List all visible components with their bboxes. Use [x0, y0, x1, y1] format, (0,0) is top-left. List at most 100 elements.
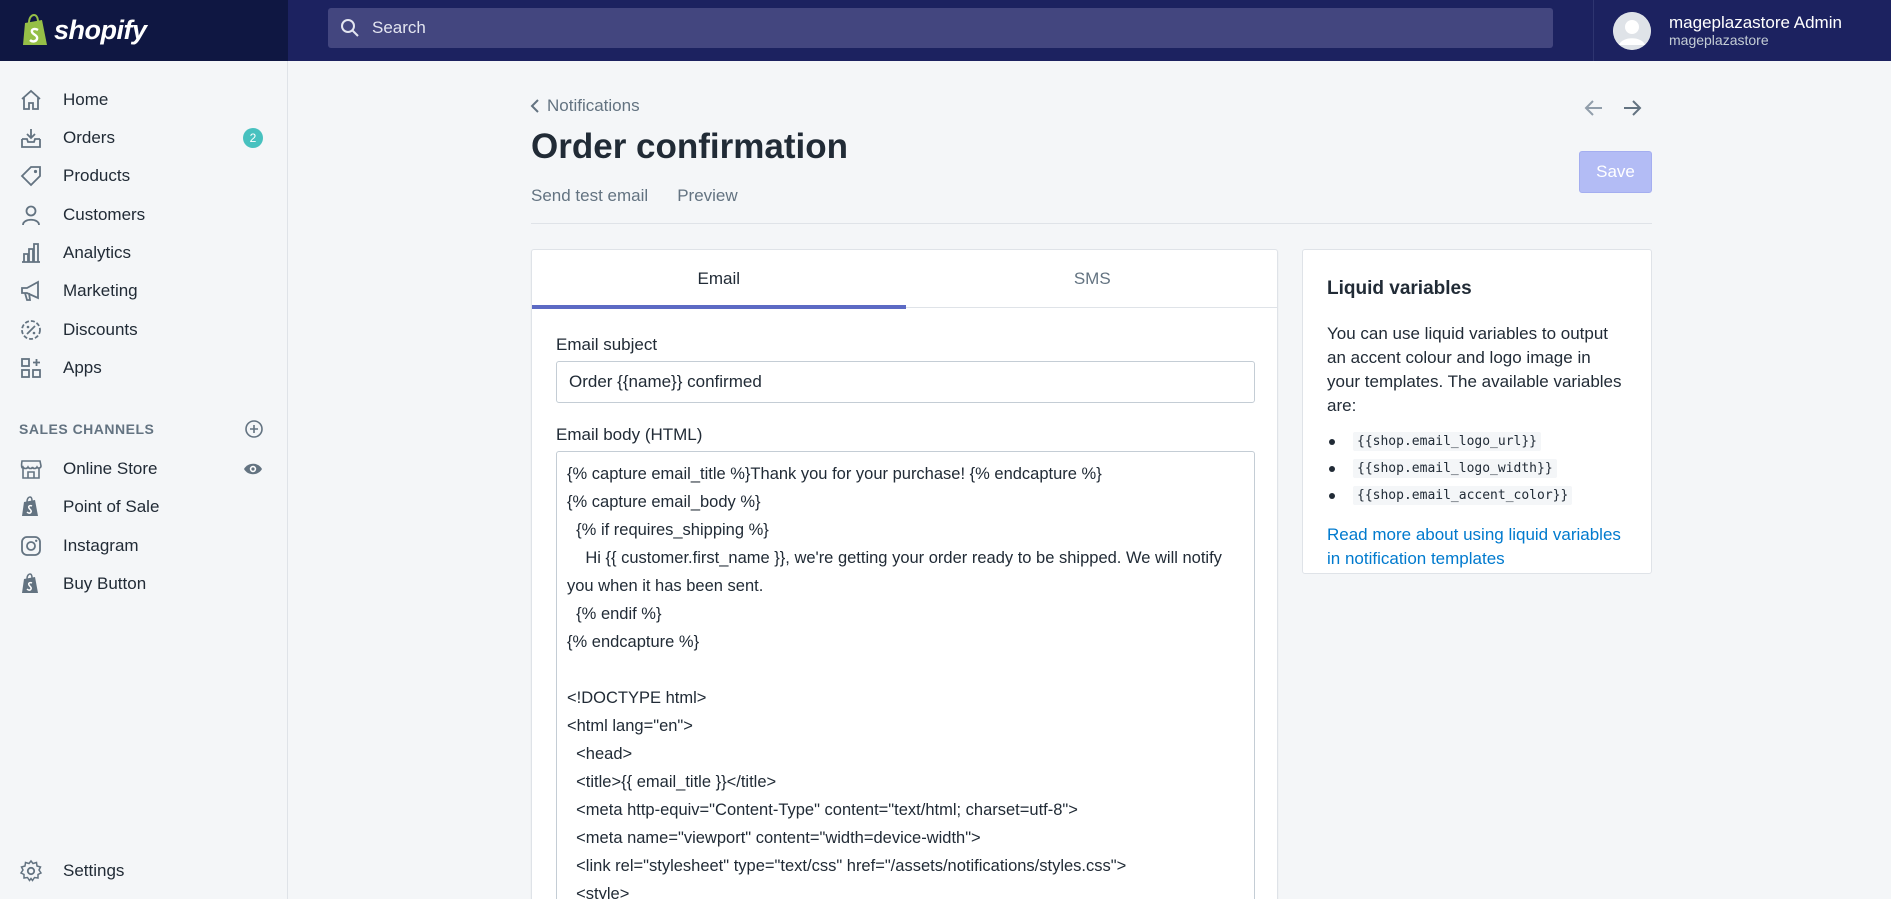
sidebar-item-marketing[interactable]: Marketing — [0, 273, 287, 309]
sidebar-item-point-of-sale[interactable]: Point of Sale — [0, 489, 287, 525]
home-icon — [21, 89, 41, 110]
template-editor-card: Email SMS Email subject Email body (HTML… — [531, 249, 1278, 899]
shopify-bag-icon — [22, 573, 38, 593]
liquid-variables-description: You can use liquid variables to output a… — [1327, 324, 1622, 415]
sidebar-item-settings[interactable]: Settings — [0, 853, 287, 889]
user-menu[interactable]: mageplazastore Admin mageplazastore — [1593, 0, 1891, 61]
liquid-docs-link[interactable]: Read more about using liquid variables i… — [1327, 523, 1627, 571]
sidebar-item-apps[interactable]: Apps — [0, 350, 287, 386]
code-line: <title>{{ email_title }}</title> — [567, 773, 777, 791]
tabs: Email SMS — [532, 250, 1278, 309]
sidebar-item-label: Discounts — [63, 320, 138, 339]
sidebar-item-label: Instagram — [63, 536, 139, 555]
breadcrumb[interactable]: Notifications — [529, 96, 640, 116]
sidebar: Home Orders 2 Products Customers Analyti… — [0, 61, 288, 899]
email-subject-field[interactable] — [556, 361, 1255, 403]
gear-icon — [19, 859, 43, 882]
code-line: {% capture email_body %} — [567, 493, 761, 511]
page-title: Order confirmation — [531, 127, 848, 166]
email-subject-label: Email subject — [556, 335, 658, 354]
liquid-variables-title: Liquid variables — [1327, 278, 1472, 299]
avatar — [1613, 11, 1651, 50]
sidebar-item-label: Online Store — [63, 459, 158, 478]
arrow-left-icon[interactable] — [1582, 96, 1606, 120]
bar-chart-icon — [22, 243, 40, 263]
email-body-label: Email body (HTML) — [556, 425, 703, 444]
user-store: mageplazastore — [1669, 31, 1769, 48]
user-avatar-icon — [1613, 11, 1651, 50]
arrow-right-icon[interactable] — [1620, 96, 1644, 120]
email-body-editor[interactable]: {% capture email_title %}Thank you for y… — [556, 451, 1255, 899]
variable-code: {{shop.email_logo_width}} — [1353, 459, 1557, 478]
sidebar-item-label: Home — [63, 90, 109, 109]
sidebar-item-buy-button[interactable]: Buy Button — [0, 566, 287, 602]
search-bar[interactable]: Search — [328, 8, 1553, 48]
sidebar-item-label: Analytics — [63, 243, 132, 262]
shopify-bag-icon — [23, 13, 47, 45]
sidebar-item-label: Marketing — [63, 281, 138, 300]
sidebar-item-analytics[interactable]: Analytics — [0, 235, 287, 271]
sidebar-item-orders[interactable]: Orders 2 — [0, 120, 287, 156]
tab-email[interactable]: Email — [532, 250, 906, 309]
code-line: {% capture email_title %}Thank you for y… — [567, 465, 1102, 483]
variable-code: {{shop.email_accent_color}} — [1353, 486, 1573, 505]
store-icon — [20, 460, 42, 479]
sidebar-item-products[interactable]: Products — [0, 158, 287, 194]
sidebar-item-label: Apps — [63, 358, 102, 377]
header-divider — [531, 223, 1652, 224]
pagination-arrows — [1582, 96, 1644, 120]
sidebar-item-home[interactable]: Home — [0, 82, 287, 118]
code-line: <html lang="en"> — [567, 717, 693, 735]
sidebar-item-label: Orders — [63, 128, 115, 147]
code-line: {% endif %} — [567, 605, 662, 623]
add-channel-icon[interactable] — [244, 419, 264, 439]
sidebar-item-online-store[interactable]: Online Store — [0, 451, 287, 487]
code-line: <!DOCTYPE html> — [567, 689, 707, 707]
code-line: Hi {{ customer.first_name }}, we're gett… — [567, 549, 1227, 595]
person-icon — [22, 205, 40, 226]
tag-icon — [20, 166, 41, 187]
page-actions: Send test email Preview — [531, 186, 738, 206]
instagram-icon — [21, 536, 41, 556]
code-line: <meta http-equiv="Content-Type" content=… — [567, 801, 1078, 819]
send-test-email-button[interactable]: Send test email — [531, 186, 648, 206]
variable-list: {{shop.email_logo_url}} {{shop.email_log… — [1327, 428, 1627, 509]
breadcrumb-link[interactable]: Notifications — [547, 96, 640, 116]
code-line: <link rel="stylesheet" type="text/css" h… — [567, 857, 1127, 875]
orders-count-badge: 2 — [243, 128, 263, 148]
save-button[interactable]: Save — [1579, 151, 1652, 193]
chevron-left-icon — [530, 99, 539, 113]
user-name: mageplazastore Admin — [1669, 12, 1842, 32]
sidebar-item-label: Buy Button — [63, 574, 147, 593]
eye-icon[interactable] — [243, 459, 263, 479]
variable-code: {{shop.email_logo_url}} — [1353, 432, 1542, 451]
shopify-bag-icon — [22, 496, 38, 516]
brand-name: shopify — [54, 15, 147, 45]
orders-icon — [21, 129, 41, 148]
sales-channels-header: SALES CHANNELS — [19, 419, 264, 439]
sidebar-item-discounts[interactable]: Discounts — [0, 312, 287, 348]
sidebar-item-label: Point of Sale — [63, 497, 160, 516]
sales-channels-title: SALES CHANNELS — [19, 421, 155, 437]
list-item: {{shop.email_logo_width}} — [1327, 455, 1627, 482]
code-line: {% endcapture %} — [567, 633, 700, 651]
top-bar: shopify Search mageplazastore Admin mage… — [0, 0, 1891, 61]
shopify-logo[interactable]: shopify — [0, 0, 288, 61]
sidebar-item-label: Customers — [63, 205, 146, 224]
sidebar-item-label: Settings — [63, 861, 125, 880]
search-icon — [341, 19, 359, 37]
discount-icon — [21, 320, 41, 340]
code-line: <style> — [567, 885, 630, 899]
list-item: {{shop.email_accent_color}} — [1327, 482, 1627, 509]
sidebar-item-instagram[interactable]: Instagram — [0, 528, 287, 564]
megaphone-icon — [21, 280, 39, 301]
apps-icon — [21, 358, 41, 378]
tab-sms[interactable]: SMS — [906, 250, 1278, 308]
sidebar-item-customers[interactable]: Customers — [0, 197, 287, 233]
search-input[interactable]: Search — [372, 18, 426, 38]
code-line: <head> — [567, 745, 633, 763]
code-line: {% if requires_shipping %} — [567, 521, 769, 539]
preview-button[interactable]: Preview — [677, 186, 737, 206]
liquid-variables-card: Liquid variables You can use liquid vari… — [1302, 249, 1652, 574]
